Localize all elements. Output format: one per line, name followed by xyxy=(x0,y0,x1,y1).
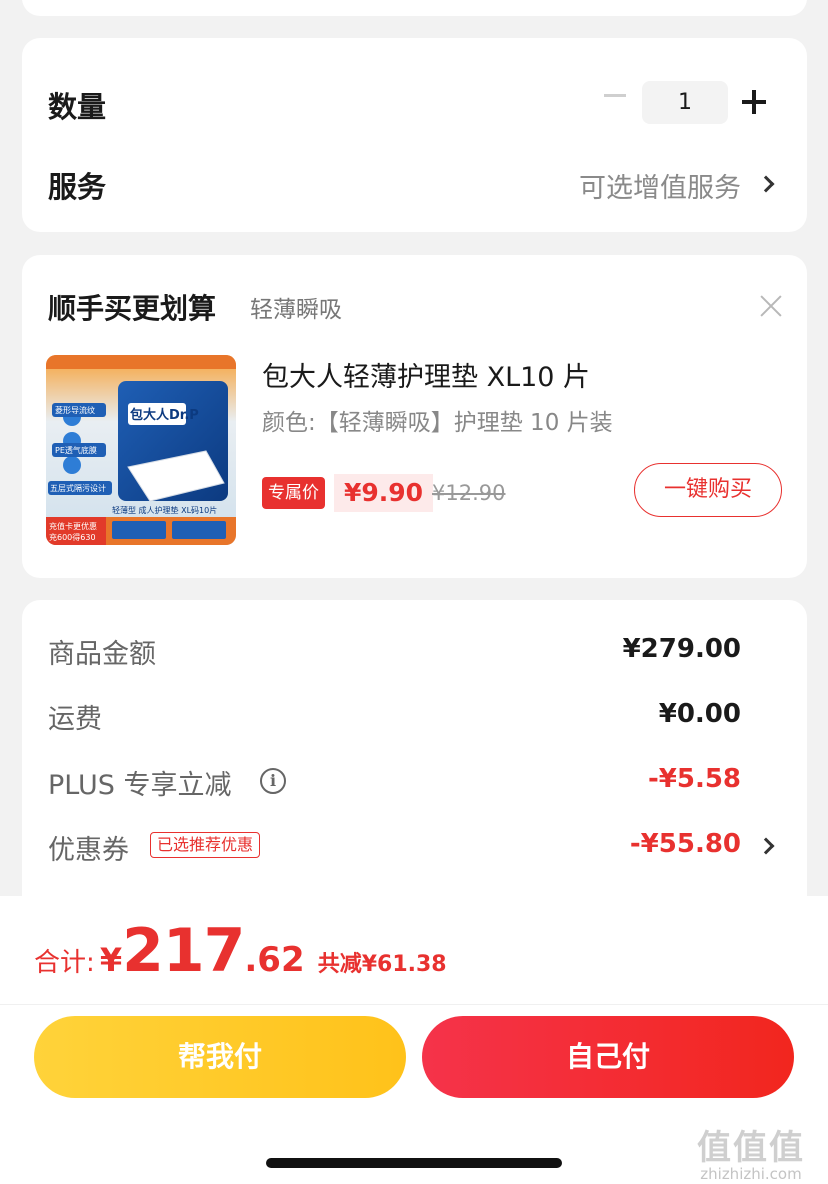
pay-for-me-button[interactable]: 帮我付 xyxy=(34,1016,406,1098)
divider xyxy=(0,1004,828,1005)
total-saved: 共减¥61.38 xyxy=(317,952,447,977)
site-watermark: 值值值 zhizhizhi.com xyxy=(676,1120,826,1183)
pay-myself-button[interactable]: 自己付 xyxy=(422,1016,794,1098)
coupon-recommended-badge: 已选推荐优惠 xyxy=(150,832,261,858)
product-price: ¥9.90 xyxy=(334,474,434,512)
checkout-bar: 合计: ¥217.62 共减¥61.38 帮我付 自己付 值值值 zhizhiz… xyxy=(0,896,828,1184)
close-icon[interactable] xyxy=(760,295,782,317)
addon-subtitle: 轻薄瞬吸 xyxy=(250,297,342,323)
image-caption: 轻薄型 成人护理垫 XL码10片 xyxy=(112,505,217,515)
chevron-right-icon[interactable] xyxy=(757,837,775,855)
image-promo-1: 充值卡更优惠 xyxy=(49,521,97,531)
total-decimal: .62 xyxy=(244,940,305,980)
home-indicator[interactable] xyxy=(266,1158,562,1168)
image-brand: 包大人Dr.P xyxy=(130,407,199,423)
product-image[interactable]: 包大人Dr.P 菱形导流纹 PE透气底膜 五层式隔污设计 轻薄型 成人护理垫 X… xyxy=(46,355,236,545)
quantity-service-card: 数量 1 服务 可选增值服务 xyxy=(22,38,807,232)
image-feature-3: 五层式隔污设计 xyxy=(50,483,106,493)
shipping-label: 运费 xyxy=(48,704,102,735)
increase-quantity-button[interactable] xyxy=(742,90,766,114)
addon-title: 顺手买更划算 xyxy=(48,292,217,325)
product-variant: 颜色:【轻薄瞬吸】护理垫 10 片装 xyxy=(262,410,613,436)
decrease-quantity-button[interactable] xyxy=(604,94,626,97)
image-feature-1: 菱形导流纹 xyxy=(55,405,95,415)
service-option-link[interactable]: 可选增值服务 xyxy=(579,166,741,205)
image-feature-2: PE透气底膜 xyxy=(55,445,97,455)
previous-card xyxy=(22,0,807,16)
one-click-buy-button[interactable]: 一键购买 xyxy=(634,463,782,517)
total-label: 合计: xyxy=(34,948,95,978)
subtotal-label: 商品金额 xyxy=(48,639,156,670)
shipping-value: ¥0.00 xyxy=(658,699,741,729)
quantity-input[interactable]: 1 xyxy=(642,81,728,124)
addon-recommendation-card: 顺手买更划算 轻薄瞬吸 包大人Dr.P 菱形导流纹 PE透气底膜 五层式隔污设计… xyxy=(22,255,807,578)
plus-discount-label: PLUS 专享立减 xyxy=(48,770,232,801)
image-promo-2: 充600得630 xyxy=(49,532,96,542)
coupon-label: 优惠券 xyxy=(48,835,129,866)
plus-discount-value: -¥5.58 xyxy=(647,764,741,794)
exclusive-price-badge: 专属价 xyxy=(262,477,325,509)
coupon-value[interactable]: -¥55.80 xyxy=(630,829,741,859)
chevron-right-icon[interactable] xyxy=(757,175,775,193)
info-icon[interactable]: i xyxy=(260,768,286,794)
product-original-price: ¥12.90 xyxy=(432,481,506,505)
product-name[interactable]: 包大人轻薄护理垫 XL10 片 xyxy=(262,355,590,394)
total-integer: 217 xyxy=(122,916,245,986)
service-label: 服务 xyxy=(48,170,107,204)
quantity-label: 数量 xyxy=(48,90,107,124)
total-amount: 合计: ¥217.62 共减¥61.38 xyxy=(34,916,447,986)
price-summary-card: 商品金额 ¥279.00 运费 ¥0.00 PLUS 专享立减 i -¥5.58… xyxy=(22,600,807,920)
product-photo: 包大人Dr.P 菱形导流纹 PE透气底膜 五层式隔污设计 轻薄型 成人护理垫 X… xyxy=(46,355,236,545)
watermark-logo: 值值值 xyxy=(697,1128,805,1168)
total-currency: ¥ xyxy=(99,941,123,979)
subtotal-value: ¥279.00 xyxy=(622,634,741,664)
